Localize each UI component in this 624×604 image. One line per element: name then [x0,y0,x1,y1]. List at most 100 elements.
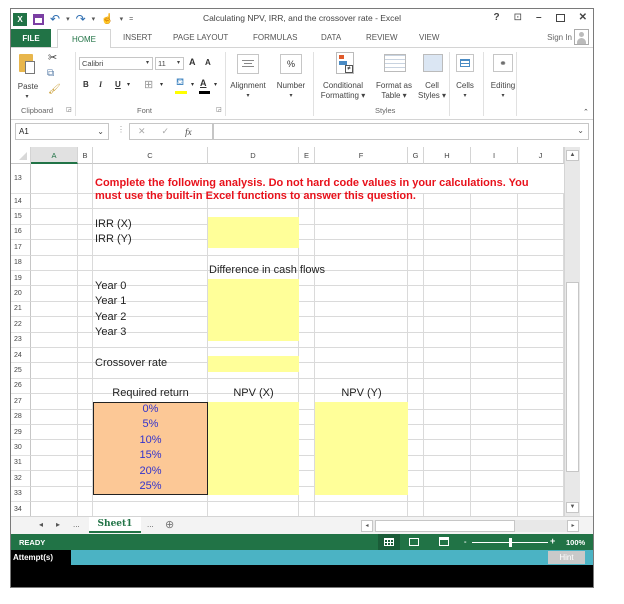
column-header-j[interactable]: J [518,147,564,164]
enter-icon[interactable]: ✓ [162,126,170,137]
row-header-17[interactable]: 17 [11,240,31,256]
scroll-left-icon[interactable]: ◂ [361,520,373,532]
next-sheet-icon[interactable]: ▸ [56,520,60,529]
tab-formulas[interactable]: FORMULAS [253,33,297,42]
row-header-29[interactable]: 29 [11,425,31,441]
npv-x-input-cells[interactable] [208,402,299,495]
row-header-27[interactable]: 27 [11,394,31,410]
column-header-a[interactable]: A [31,147,78,164]
row-header-23[interactable]: 23 [11,332,31,348]
shrink-font-icon[interactable]: A [205,58,211,67]
font-size-combo[interactable]: 11 ▾ [155,57,184,70]
page-layout-view-icon[interactable] [409,538,419,546]
row-header-15[interactable]: 15 [11,209,31,225]
italic-button[interactable]: I [99,80,102,89]
row-header-19[interactable]: 19 [11,271,31,287]
paste-button[interactable]: Paste ▾ [16,52,40,102]
format-painter-icon[interactable]: 🖌 [48,84,61,95]
required-return-value[interactable]: 20% [93,465,208,477]
chevron-down-icon[interactable]: ▾ [160,81,163,88]
scroll-down-icon[interactable]: ▼ [566,502,579,513]
row-header-33[interactable]: 33 [11,486,31,502]
column-header-g[interactable]: G [408,147,424,164]
required-return-value[interactable]: 0% [93,403,208,415]
formula-input[interactable]: ⌄ [213,123,589,140]
required-return-value[interactable]: 10% [93,434,208,446]
vertical-scrollbar[interactable]: ▲ ▼ [564,147,580,516]
zoom-in-button[interactable]: + [550,536,555,546]
fill-color-icon[interactable]: ⛾ [176,77,184,90]
add-sheet-icon[interactable]: ⊕ [165,518,174,531]
zoom-out-button[interactable]: - [464,537,467,546]
worksheet-grid[interactable]: ABCDEFGHIJ 13 14 15 16 17 18 19 20 21 22 23 24 25 26 2… [11,147,593,516]
row-header-28[interactable]: 28 [11,409,31,425]
expand-formula-bar-icon[interactable]: ⌄ [577,126,584,135]
more-sheets-right[interactable]: ... [147,520,154,529]
row-header-31[interactable]: 31 [11,455,31,472]
row-header-26[interactable]: 26 [11,378,31,395]
chevron-down-icon[interactable]: ▾ [191,81,194,88]
column-header-c[interactable]: C [93,147,208,164]
grow-font-icon[interactable]: A [189,57,196,67]
more-sheets-left[interactable]: ... [73,520,80,529]
vertical-scroll-thumb[interactable] [566,282,579,472]
tab-data[interactable]: DATA [321,33,341,42]
insert-function-icon[interactable]: fx [185,127,192,137]
chevron-down-icon[interactable]: ⌄ [97,124,104,139]
scroll-up-icon[interactable]: ▲ [566,150,579,161]
borders-icon[interactable]: ⊞ [144,78,153,91]
row-header-30[interactable]: 30 [11,440,31,456]
required-return-value[interactable]: 15% [93,449,208,461]
npv-y-input-cells[interactable] [315,402,408,495]
avatar-icon[interactable] [574,29,589,45]
horizontal-scroll-thumb[interactable] [375,520,515,532]
row-header-24[interactable]: 24 [11,348,31,364]
close-icon[interactable]: ✕ [579,12,587,23]
tab-home[interactable]: HOME [57,29,111,48]
row-header-32[interactable]: 32 [11,471,31,487]
font-color-icon[interactable]: A [200,78,207,88]
row-header-20[interactable]: 20 [11,286,31,302]
row-header-22[interactable]: 22 [11,317,31,333]
row-header-13[interactable]: 13 [11,164,31,194]
prev-sheet-icon[interactable]: ◂ [39,520,43,529]
font-name-combo[interactable]: Calibri ▾ [79,57,153,70]
column-header-h[interactable]: H [424,147,471,164]
irr-input-cells[interactable] [208,217,299,248]
column-header-i[interactable]: I [471,147,518,164]
row-header-18[interactable]: 18 [11,255,31,271]
tab-view[interactable]: VIEW [419,33,439,42]
row-header-14[interactable]: 14 [11,194,31,210]
chevron-down-icon[interactable]: ▾ [214,81,217,88]
zoom-slider-thumb[interactable] [509,538,512,547]
column-header-e[interactable]: E [299,147,315,164]
dialog-launcher-icon[interactable]: ◲ [66,106,72,113]
hint-button[interactable]: Hint [548,551,585,564]
cashflow-diff-input-cells[interactable] [208,279,299,341]
dialog-launcher-icon[interactable]: ◲ [216,106,222,113]
row-header-25[interactable]: 25 [11,363,31,379]
tab-page-layout[interactable]: PAGE LAYOUT [173,33,228,42]
cancel-icon[interactable]: ✕ [138,126,146,137]
column-header-f[interactable]: F [315,147,408,164]
bold-button[interactable]: B [83,80,89,89]
cut-icon[interactable]: ✂ [48,51,57,64]
tab-file[interactable]: FILE [11,29,51,47]
zoom-level[interactable]: 100% [566,538,585,547]
underline-button[interactable]: U [115,80,121,89]
scroll-right-icon[interactable]: ▸ [567,520,579,532]
required-return-value[interactable]: 5% [93,418,208,430]
tab-review[interactable]: REVIEW [366,33,398,42]
chevron-down-icon[interactable]: ▾ [127,81,130,88]
select-all-corner[interactable] [11,147,31,164]
restore-icon[interactable] [555,14,565,22]
required-return-value[interactable]: 25% [93,480,208,492]
copy-icon[interactable]: ⧉ [47,68,54,79]
row-header-21[interactable]: 21 [11,301,31,318]
sheet-tab-sheet1[interactable]: Sheet1 [89,517,141,533]
page-break-view-icon[interactable] [439,537,449,546]
column-header-d[interactable]: D [208,147,299,164]
name-box[interactable]: A1 ⌄ [15,123,109,140]
crossover-input-cell[interactable] [208,356,299,372]
tab-insert[interactable]: INSERT [123,33,152,42]
